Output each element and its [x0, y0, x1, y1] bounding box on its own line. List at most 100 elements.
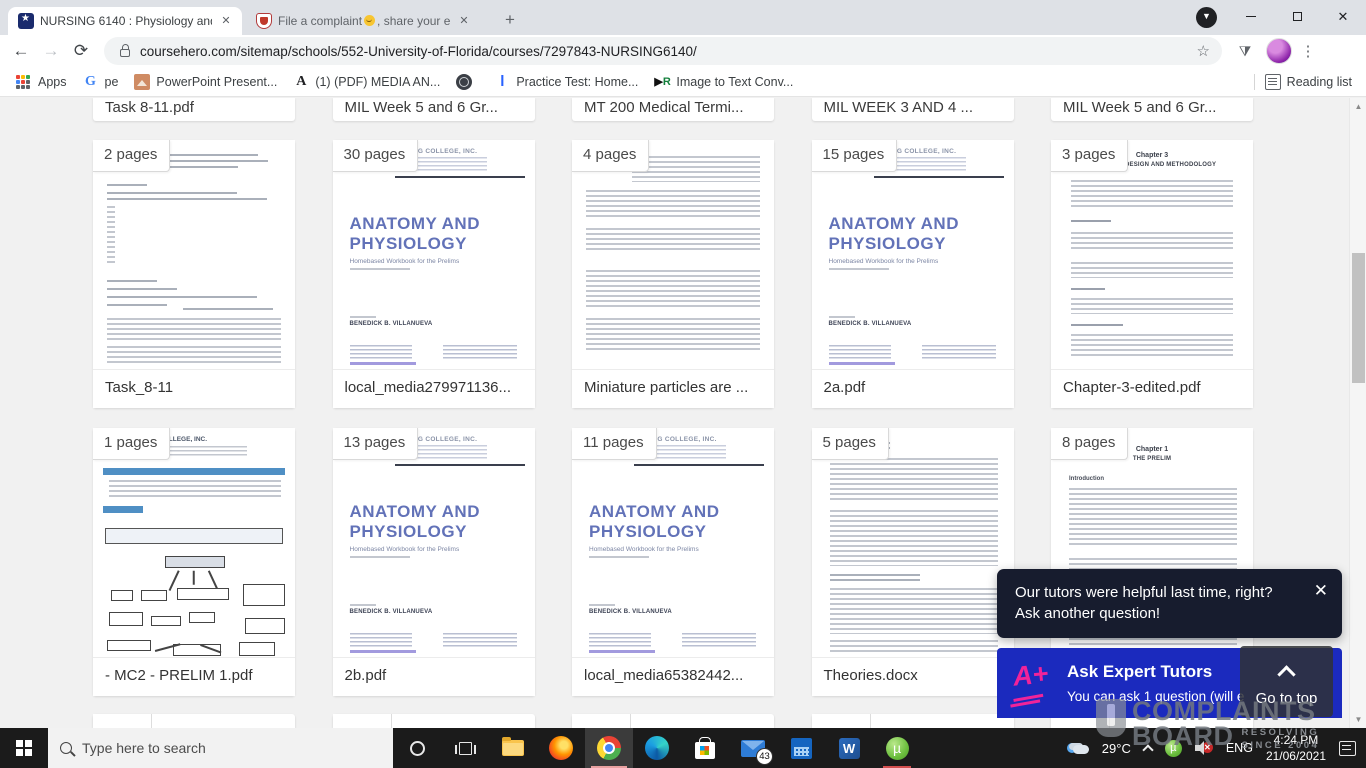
scroll-up-icon[interactable]: ▲ [1350, 102, 1366, 111]
temperature-label[interactable]: 29°C [1102, 741, 1131, 756]
bookmark-practice-test[interactable]: l Practice Test: Home... [494, 74, 638, 90]
document-thumbnail [572, 140, 774, 370]
document-title[interactable]: - MC2 - PRELIM 1.pdf [93, 658, 295, 696]
utorrent-button[interactable]: µ [873, 728, 921, 768]
mail-unread-badge: 43 [756, 748, 773, 765]
tab-complaintsboard[interactable]: File a complaint, share your e ✕ [246, 7, 480, 35]
chrome-button[interactable] [585, 728, 633, 768]
document-title[interactable]: Task_8-11 [93, 370, 295, 408]
calendar-icon [790, 737, 812, 759]
document-card[interactable]: LING COLLEGE, INC. ANATOMY AND PHYSIOLOG… [332, 140, 535, 408]
document-title[interactable]: MIL Week 5 and 6 Gr... [332, 98, 535, 121]
document-title[interactable]: Theories.docx [811, 658, 1014, 696]
document-title[interactable]: 2a.pdf [811, 370, 1014, 408]
firefox-button[interactable] [537, 728, 585, 768]
lock-icon[interactable] [120, 43, 130, 57]
document-card[interactable] [93, 714, 295, 728]
tab-close-icon[interactable]: ✕ [456, 13, 472, 29]
browser-tab-strip: NURSING 6140 : Physiology and ✕ File a c… [0, 0, 1366, 35]
document-title[interactable]: MT 200 Medical Termi... [572, 98, 774, 121]
search-icon [60, 742, 72, 754]
start-button[interactable] [0, 728, 48, 768]
document-card[interactable]: HLING COLLEGE, INC. 1 pages - MC2 - PREL… [93, 428, 295, 696]
address-bar[interactable]: coursehero.com/sitemap/schools/552-Unive… [104, 37, 1222, 65]
reading-list-button[interactable]: Reading list [1264, 73, 1352, 90]
chrome-menu-icon[interactable]: ⋮ [1298, 42, 1318, 60]
document-card[interactable] [572, 714, 774, 728]
microsoft-store-button[interactable] [681, 728, 729, 768]
minimize-button[interactable] [1228, 0, 1274, 33]
document-title[interactable]: MIL Week 5 and 6 Gr... [1051, 98, 1253, 121]
bookmarks-divider [1253, 73, 1255, 90]
document-title[interactable]: Chapter-3-edited.pdf [1051, 370, 1253, 408]
bookmark-powerpoint[interactable]: PowerPoint Present... [134, 73, 277, 90]
hidden-icons-chevron[interactable] [1142, 744, 1154, 756]
windows-taskbar: Type here to search 43 W µ 29°C µ ✕ ENG … [0, 728, 1366, 768]
weather-icon[interactable] [1066, 741, 1089, 755]
toast-close-icon[interactable]: ✕ [1314, 581, 1328, 601]
bookmark-media-pdf[interactable]: A (1) (PDF) MEDIA AN... [293, 74, 440, 90]
page-count-badge: 13 pages [332, 428, 419, 460]
forward-button[interactable]: → [36, 41, 66, 61]
volume-muted-icon[interactable]: ✕ [1194, 741, 1213, 755]
edge-button[interactable] [633, 728, 681, 768]
clock[interactable]: 4:24 PM 21/06/2021 [1266, 732, 1326, 764]
document-title[interactable]: MIL WEEK 3 AND 4 ... [811, 98, 1014, 121]
extensions-icon[interactable]: ⧩ [1236, 43, 1254, 60]
tab-title: NURSING 6140 : Physiology and [40, 14, 212, 28]
url-text[interactable]: coursehero.com/sitemap/schools/552-Unive… [140, 44, 1189, 59]
mail-button[interactable]: 43 [729, 728, 777, 768]
partial-top-row: Task 8-11.pdf MIL Week 5 and 6 Gr... MT … [93, 98, 1253, 121]
document-title[interactable]: Task 8-11.pdf [93, 98, 295, 121]
cortana-button[interactable] [393, 728, 441, 768]
bookmark-star-icon[interactable]: ☆ [1197, 42, 1210, 60]
calendar-button[interactable] [777, 728, 825, 768]
utorrent-tray-icon[interactable]: µ [1164, 739, 1182, 757]
document-card[interactable] [811, 714, 1014, 728]
store-icon [695, 736, 715, 759]
file-explorer-button[interactable] [489, 728, 537, 768]
bookmark-globe[interactable] [456, 73, 478, 90]
go-to-top-button[interactable]: Go to top [1240, 646, 1333, 717]
bookmarks-bar: Apps G pe PowerPoint Present... A (1) (P… [0, 67, 1366, 97]
document-card[interactable]: LING COLLEGE, INC. ANATOMY AND PHYSIOLOG… [332, 428, 535, 696]
word-button[interactable]: W [825, 728, 873, 768]
document-card[interactable] [332, 714, 535, 728]
document-card[interactable]: LING COLLEGE, INC. ANATOMY AND PHYSIOLOG… [811, 140, 1014, 408]
document-title[interactable]: Miniature particles are ... [572, 370, 774, 408]
banner-subtitle: You can ask 1 question (will e [1067, 689, 1245, 704]
google-favicon-icon: G [85, 73, 96, 89]
scrollbar[interactable]: ▲ ▼ [1349, 98, 1366, 728]
document-card[interactable]: Chapter 3 RESEARCH DESIGN AND METHODOLOG… [1051, 140, 1253, 408]
windows-logo-icon [16, 740, 32, 756]
word-icon: W [838, 737, 860, 759]
scroll-down-icon[interactable]: ▼ [1350, 715, 1366, 724]
tab-coursehero[interactable]: NURSING 6140 : Physiology and ✕ [8, 7, 242, 35]
chevron-up-icon [1277, 665, 1296, 684]
bookmark-image-to-text[interactable]: ▶R Image to Text Conv... [654, 74, 793, 90]
task-view-button[interactable] [441, 728, 489, 768]
document-title[interactable]: local_media279971136... [332, 370, 535, 408]
back-button[interactable]: ← [6, 41, 36, 61]
maximize-button[interactable] [1274, 0, 1320, 33]
scrollbar-thumb[interactable] [1352, 253, 1365, 383]
tab-close-icon[interactable]: ✕ [218, 13, 234, 29]
document-card[interactable]: 4 pages Miniature particles are ... [572, 140, 774, 408]
letter-a-favicon-icon: A [296, 73, 307, 89]
document-title[interactable]: local_media65382442... [572, 658, 774, 696]
document-title[interactable]: 2b.pdf [332, 658, 535, 696]
document-card[interactable]: 2 pages Task_8-11 [93, 140, 295, 408]
taskbar-search-input[interactable]: Type here to search [48, 728, 393, 768]
new-tab-button[interactable]: + [496, 7, 524, 35]
document-card[interactable]: 5 pages Theories.docx [811, 428, 1014, 696]
chrome-update-icon[interactable]: ▼ [1196, 7, 1217, 28]
reload-button[interactable]: ⟳ [66, 41, 96, 61]
action-center-icon[interactable] [1339, 740, 1356, 756]
profile-avatar[interactable] [1266, 38, 1292, 64]
language-indicator[interactable]: ENG [1226, 741, 1253, 755]
document-card[interactable]: LING COLLEGE, INC. ANATOMY AND PHYSIOLOG… [572, 428, 774, 696]
close-window-button[interactable]: ✕ [1320, 0, 1366, 33]
apps-shortcut[interactable]: Apps [16, 74, 67, 89]
page-count-badge: 30 pages [332, 140, 419, 172]
bookmark-pe[interactable]: G pe [83, 73, 118, 90]
